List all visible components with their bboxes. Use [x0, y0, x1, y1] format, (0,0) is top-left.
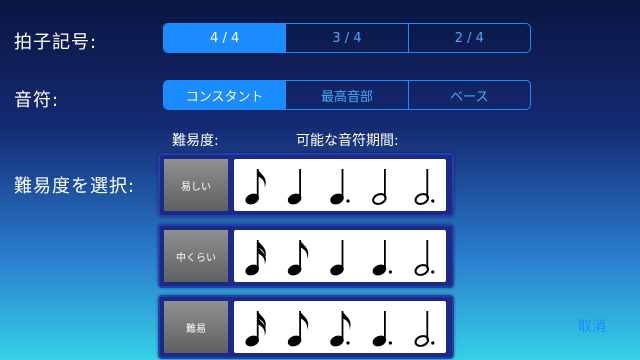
note-label: 音符:: [14, 90, 60, 111]
dotted-quarter-note-icon: [330, 169, 350, 205]
half-note-icon: [372, 169, 387, 205]
cancel-button[interactable]: 取消: [578, 316, 606, 336]
select-difficulty-label: 難易度を選択:: [14, 176, 136, 197]
note-bass-option[interactable]: ベース: [407, 81, 530, 109]
note-durations-panel: [234, 301, 446, 353]
eighth-note-icon: [287, 240, 309, 276]
difficulty-card-medium[interactable]: 中くらい: [158, 224, 454, 288]
quarter-note-icon: [330, 240, 344, 276]
quarter-note-icon: [287, 169, 302, 205]
sixteenth-note-icon: [245, 240, 266, 276]
note-segmented: コンスタント 最高音部 ベース: [163, 80, 531, 110]
dotted-quarter-note-icon: [372, 240, 392, 276]
difficulty-column-header: 難易度:: [172, 133, 219, 149]
sixteenth-note-icon: [245, 311, 266, 347]
dotted-half-note-icon: [414, 169, 435, 205]
difficulty-card-hard[interactable]: 難易: [158, 295, 454, 359]
note-treble-option[interactable]: 最高音部: [285, 81, 407, 109]
time-signature-segmented: 4 / 4 3 / 4 2 / 4: [163, 23, 531, 53]
dotted-half-note-icon: [414, 240, 435, 276]
note-durations-panel: [234, 159, 446, 211]
dotted-eighth-note-icon: [330, 311, 351, 347]
time-signature-label: 拍子記号:: [14, 32, 98, 53]
note-constant-option[interactable]: コンスタント: [164, 81, 286, 109]
time-signature-2-4-option[interactable]: 2 / 4: [407, 24, 530, 52]
durations-column-header: 可能な音符期間:: [296, 133, 399, 149]
eighth-note-icon: [245, 169, 266, 205]
eighth-note-icon: [287, 311, 309, 347]
time-signature-4-4-option[interactable]: 4 / 4: [164, 24, 286, 52]
note-durations-panel: [234, 230, 446, 282]
dotted-half-note-icon: [414, 311, 435, 347]
difficulty-level-label: 中くらい: [164, 230, 228, 282]
dotted-quarter-note-icon: [372, 311, 392, 347]
difficulty-level-label: 易しい: [164, 159, 228, 211]
difficulty-level-label: 難易: [164, 301, 228, 353]
difficulty-card-easy[interactable]: 易しい: [158, 153, 454, 217]
time-signature-3-4-option[interactable]: 3 / 4: [285, 24, 407, 52]
